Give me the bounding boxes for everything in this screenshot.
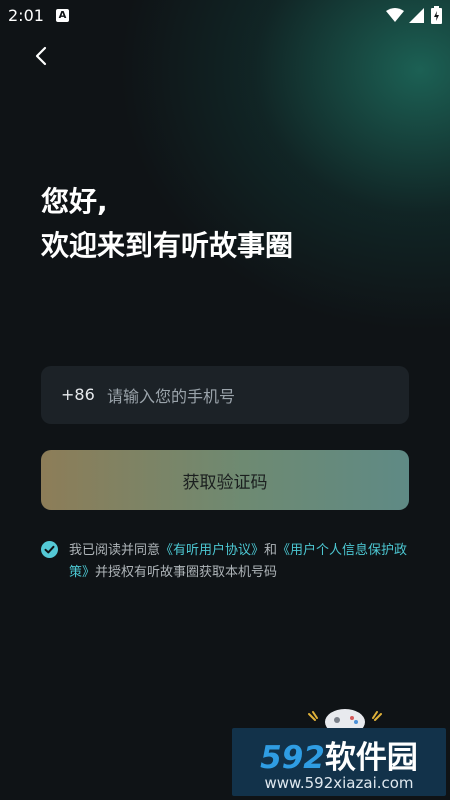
user-agreement-link[interactable]: 《有听用户协议》 [160,543,264,558]
status-bar: 2:01 A [0,0,450,32]
watermark-number: 592 [260,740,325,776]
watermark: 592软件园 www.592xiazai.com [232,728,446,796]
checkmark-icon [44,545,55,554]
signal-icon [409,8,424,23]
game-controller-mascot-icon [308,709,382,730]
agreement-and: 和 [264,543,278,558]
greeting-line-2: 欢迎来到有听故事圈 [41,229,294,262]
country-code-selector[interactable]: +86 [61,385,95,404]
watermark-brand: 软件园 [324,740,418,776]
get-verification-code-button[interactable]: 获取验证码 [41,450,409,510]
greeting-line-1: 您好, [41,185,108,218]
back-chevron-icon[interactable] [28,42,56,70]
agreement-suffix: 并授权有听故事圈获取本机号码 [95,565,278,580]
agreement-checkbox[interactable] [41,541,58,558]
battery-icon [431,6,442,24]
phone-field: +86 [41,366,409,424]
watermark-url: www.592xiazai.com [264,774,414,792]
greeting-heading: 您好, 欢迎来到有听故事圈 [41,180,293,268]
notification-badge-icon: A [56,9,69,22]
status-time: 2:01 [8,6,44,25]
agreement-text: 我已阅读并同意《有听用户协议》和《用户个人信息保护政策》并授权有听故事圈获取本机… [69,540,419,584]
phone-number-input[interactable] [105,380,399,412]
wifi-icon [386,8,404,22]
watermark-logo: 592软件园 [232,732,446,777]
agreement-prefix: 我已阅读并同意 [69,543,161,558]
